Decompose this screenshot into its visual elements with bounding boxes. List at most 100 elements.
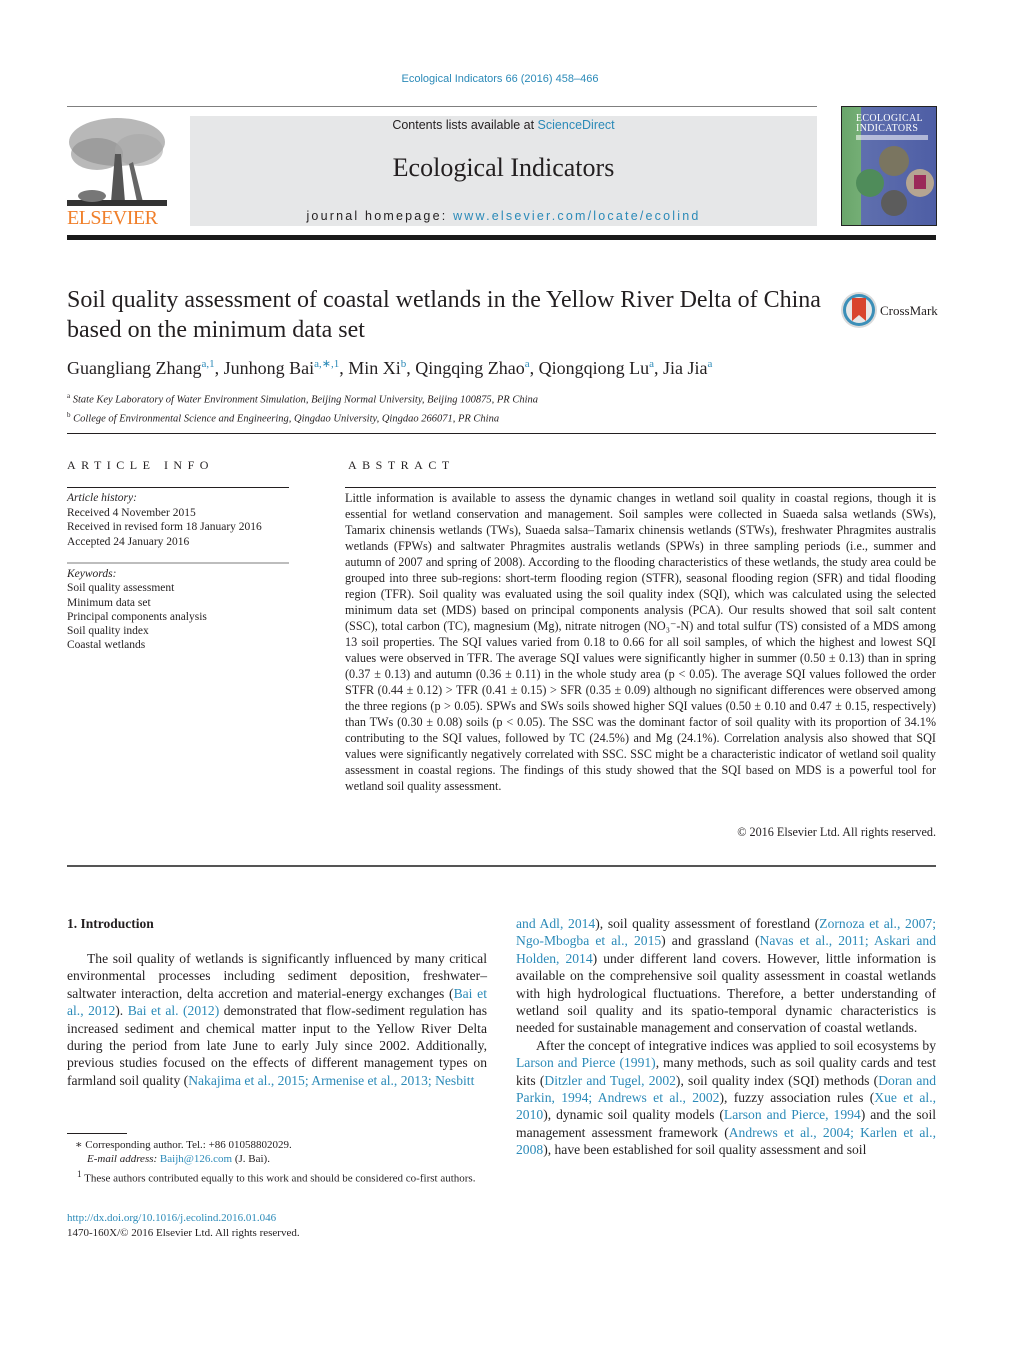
citation-link[interactable]: Larson and Pierce, 1994 — [724, 1107, 861, 1122]
body-text: The soil quality of wetlands is signific… — [67, 951, 487, 1001]
citation-link[interactable]: Nakajima et al., 2015; Armenise et al., … — [188, 1073, 474, 1088]
contents-prefix: Contents lists available at — [392, 118, 538, 132]
keywords-label: Keywords: — [67, 568, 117, 580]
crossmark-icon — [841, 292, 877, 328]
author-affiliation-mark[interactable]: b — [401, 358, 407, 370]
abstract-copyright: © 2016 Elsevier Ltd. All rights reserved… — [737, 825, 936, 839]
body-text: ), soil quality index (SQI) methods ( — [675, 1072, 879, 1088]
intro-paragraph: The soil quality of wetlands is signific… — [67, 950, 487, 1089]
abstract-rule — [345, 487, 936, 488]
article-info-rule — [67, 487, 289, 488]
author-list: Guangliang Zhanga,1, Junhong Baia,∗,1, M… — [67, 358, 713, 378]
journal-citation-link[interactable]: Ecological Indicators 66 (2016) 458–466 — [0, 73, 1000, 85]
history-received: Received 4 November 2015 — [67, 506, 196, 519]
citation-link[interactable]: Ditzler and Tugel, 2002 — [544, 1073, 676, 1088]
section-heading-introduction: 1. Introduction — [67, 916, 154, 931]
cover-photos-icon — [856, 146, 934, 216]
cover-title-line2: INDICATORS — [856, 123, 919, 134]
author[interactable]: Qingqing Zhaoa — [415, 358, 529, 378]
affiliation-mark: b — [67, 410, 71, 419]
author[interactable]: Jia Jiaa — [663, 358, 712, 378]
article-info-heading: ARTICLE INFO — [67, 458, 214, 472]
keywords-rule — [67, 562, 289, 564]
front-matter-rule — [67, 865, 936, 867]
affiliation: a State Key Laboratory of Water Environm… — [67, 389, 947, 408]
author[interactable]: Qiongqiong Lua — [539, 358, 654, 378]
footnote-rule — [67, 1133, 127, 1134]
journal-cover-image[interactable]: ECOLOGICAL INDICATORS — [841, 106, 937, 226]
affiliations: a State Key Laboratory of Water Environm… — [67, 389, 947, 426]
keyword: Soil quality assessment — [67, 582, 175, 595]
elsevier-wordmark: ELSEVIER — [67, 207, 158, 229]
email-suffix: (J. Bai). — [232, 1153, 270, 1166]
header-rule — [67, 106, 817, 107]
body-text: ), have been established for soil qualit… — [543, 1142, 867, 1158]
doi-link[interactable]: http://dx.doi.org/10.1016/j.ecolind.2016… — [67, 1211, 487, 1226]
crossmark-button[interactable]: CrossMark — [840, 291, 940, 331]
footnote-text: These authors contributed equally to thi… — [81, 1172, 476, 1185]
keyword: Minimum data set — [67, 596, 151, 609]
body-text: ), soil quality assessment of forestland… — [595, 916, 820, 931]
citation-link[interactable]: Larson and Pierce (1991) — [516, 1055, 656, 1070]
homepage-prefix: journal homepage: — [306, 209, 454, 223]
footnotes: ∗ Corresponding author. Tel.: +86 010588… — [67, 1138, 487, 1186]
keyword: Coastal wetlands — [67, 639, 146, 652]
body-right-column: and Adl, 2014), soil quality assessment … — [516, 915, 936, 1159]
keyword: Principal components analysis — [67, 610, 207, 623]
body-text: ), dynamic soil quality models ( — [543, 1107, 724, 1123]
author-name: Qingqing Zhao — [415, 358, 525, 378]
header-thick-rule — [67, 235, 936, 240]
author-affiliation-mark[interactable]: a — [649, 358, 654, 370]
article-history: Article history: Received 4 November 201… — [67, 491, 297, 549]
citation-link[interactable]: and Adl, 2014 — [516, 916, 595, 931]
author-affiliation-mark[interactable]: a — [708, 358, 713, 370]
issn-copyright: 1470-160X/© 2016 Elsevier Ltd. All right… — [67, 1227, 300, 1239]
equal-contribution-note: 1 These authors contributed equally to t… — [67, 1167, 487, 1186]
author-affiliation-mark[interactable]: a — [525, 358, 530, 370]
affiliation: b College of Environmental Science and E… — [67, 408, 947, 427]
author[interactable]: Min Xib — [348, 358, 406, 378]
cover-subtitle — [856, 135, 928, 140]
author[interactable]: Guangliang Zhanga,1 — [67, 358, 215, 378]
body-text: After the concept of integrative indices… — [536, 1037, 936, 1053]
author-name: Qiongqiong Lu — [538, 358, 650, 378]
author-affiliation-mark[interactable]: a,1 — [201, 358, 214, 370]
journal-banner: Contents lists available at ScienceDirec… — [190, 116, 817, 226]
affiliation-mark: a — [67, 392, 71, 400]
body-text: ), fuzzy association rules ( — [719, 1090, 875, 1106]
doi-block: http://dx.doi.org/10.1016/j.ecolind.2016… — [67, 1211, 487, 1241]
author-name: Min Xi — [348, 358, 401, 378]
email-link[interactable]: Baijh@126.com — [160, 1153, 232, 1165]
body-left-column: The soil quality of wetlands is signific… — [67, 950, 487, 1089]
author[interactable]: Junhong Baia,∗,1 — [224, 358, 340, 378]
title-rule — [67, 433, 936, 434]
elsevier-tree-icon — [67, 118, 167, 206]
journal-homepage-link[interactable]: www.elsevier.com/locate/ecolind — [453, 209, 700, 223]
author-name: Junhong Bai — [223, 358, 315, 378]
affiliation-text: College of Environmental Science and Eng… — [73, 413, 500, 424]
contents-line: Contents lists available at ScienceDirec… — [190, 118, 817, 132]
author-affiliation-mark[interactable]: a,∗,1 — [314, 358, 339, 370]
article-title: Soil quality assessment of coastal wetla… — [67, 287, 821, 343]
keyword: Soil quality index — [67, 625, 149, 638]
intro-paragraph-continued: and Adl, 2014), soil quality assessment … — [516, 915, 936, 1037]
citation-link[interactable]: Bai et al. (2012) — [128, 1003, 220, 1018]
corresponding-author-note: ∗ Corresponding author. Tel.: +86 010588… — [75, 1139, 292, 1151]
email-note: E-mail address: Baijh@126.com (J. Bai). — [67, 1152, 487, 1166]
crossmark-label: CrossMark — [880, 303, 938, 318]
email-label: E-mail address: — [87, 1153, 160, 1166]
abstract-text: Little information is available to asses… — [345, 491, 936, 793]
history-revised: Received in revised form 18 January 2016 — [67, 521, 262, 533]
author-name: Jia Jia — [663, 358, 708, 378]
elsevier-logo[interactable]: ELSEVIER — [67, 114, 167, 230]
body-text: ). — [115, 1003, 128, 1019]
abstract-heading: ABSTRACT — [348, 458, 455, 472]
keywords: Keywords: Soil quality assessment Minimu… — [67, 567, 297, 653]
cover-title: ECOLOGICAL INDICATORS — [856, 114, 923, 134]
intro-paragraph: After the concept of integrative indices… — [516, 1037, 936, 1159]
author-name: Guangliang Zhang — [67, 358, 202, 378]
history-accepted: Accepted 24 January 2016 — [67, 535, 190, 548]
homepage-line: journal homepage: www.elsevier.com/locat… — [190, 209, 817, 223]
sciencedirect-link[interactable]: ScienceDirect — [538, 118, 615, 132]
body-text: ) and grassland ( — [661, 933, 760, 949]
